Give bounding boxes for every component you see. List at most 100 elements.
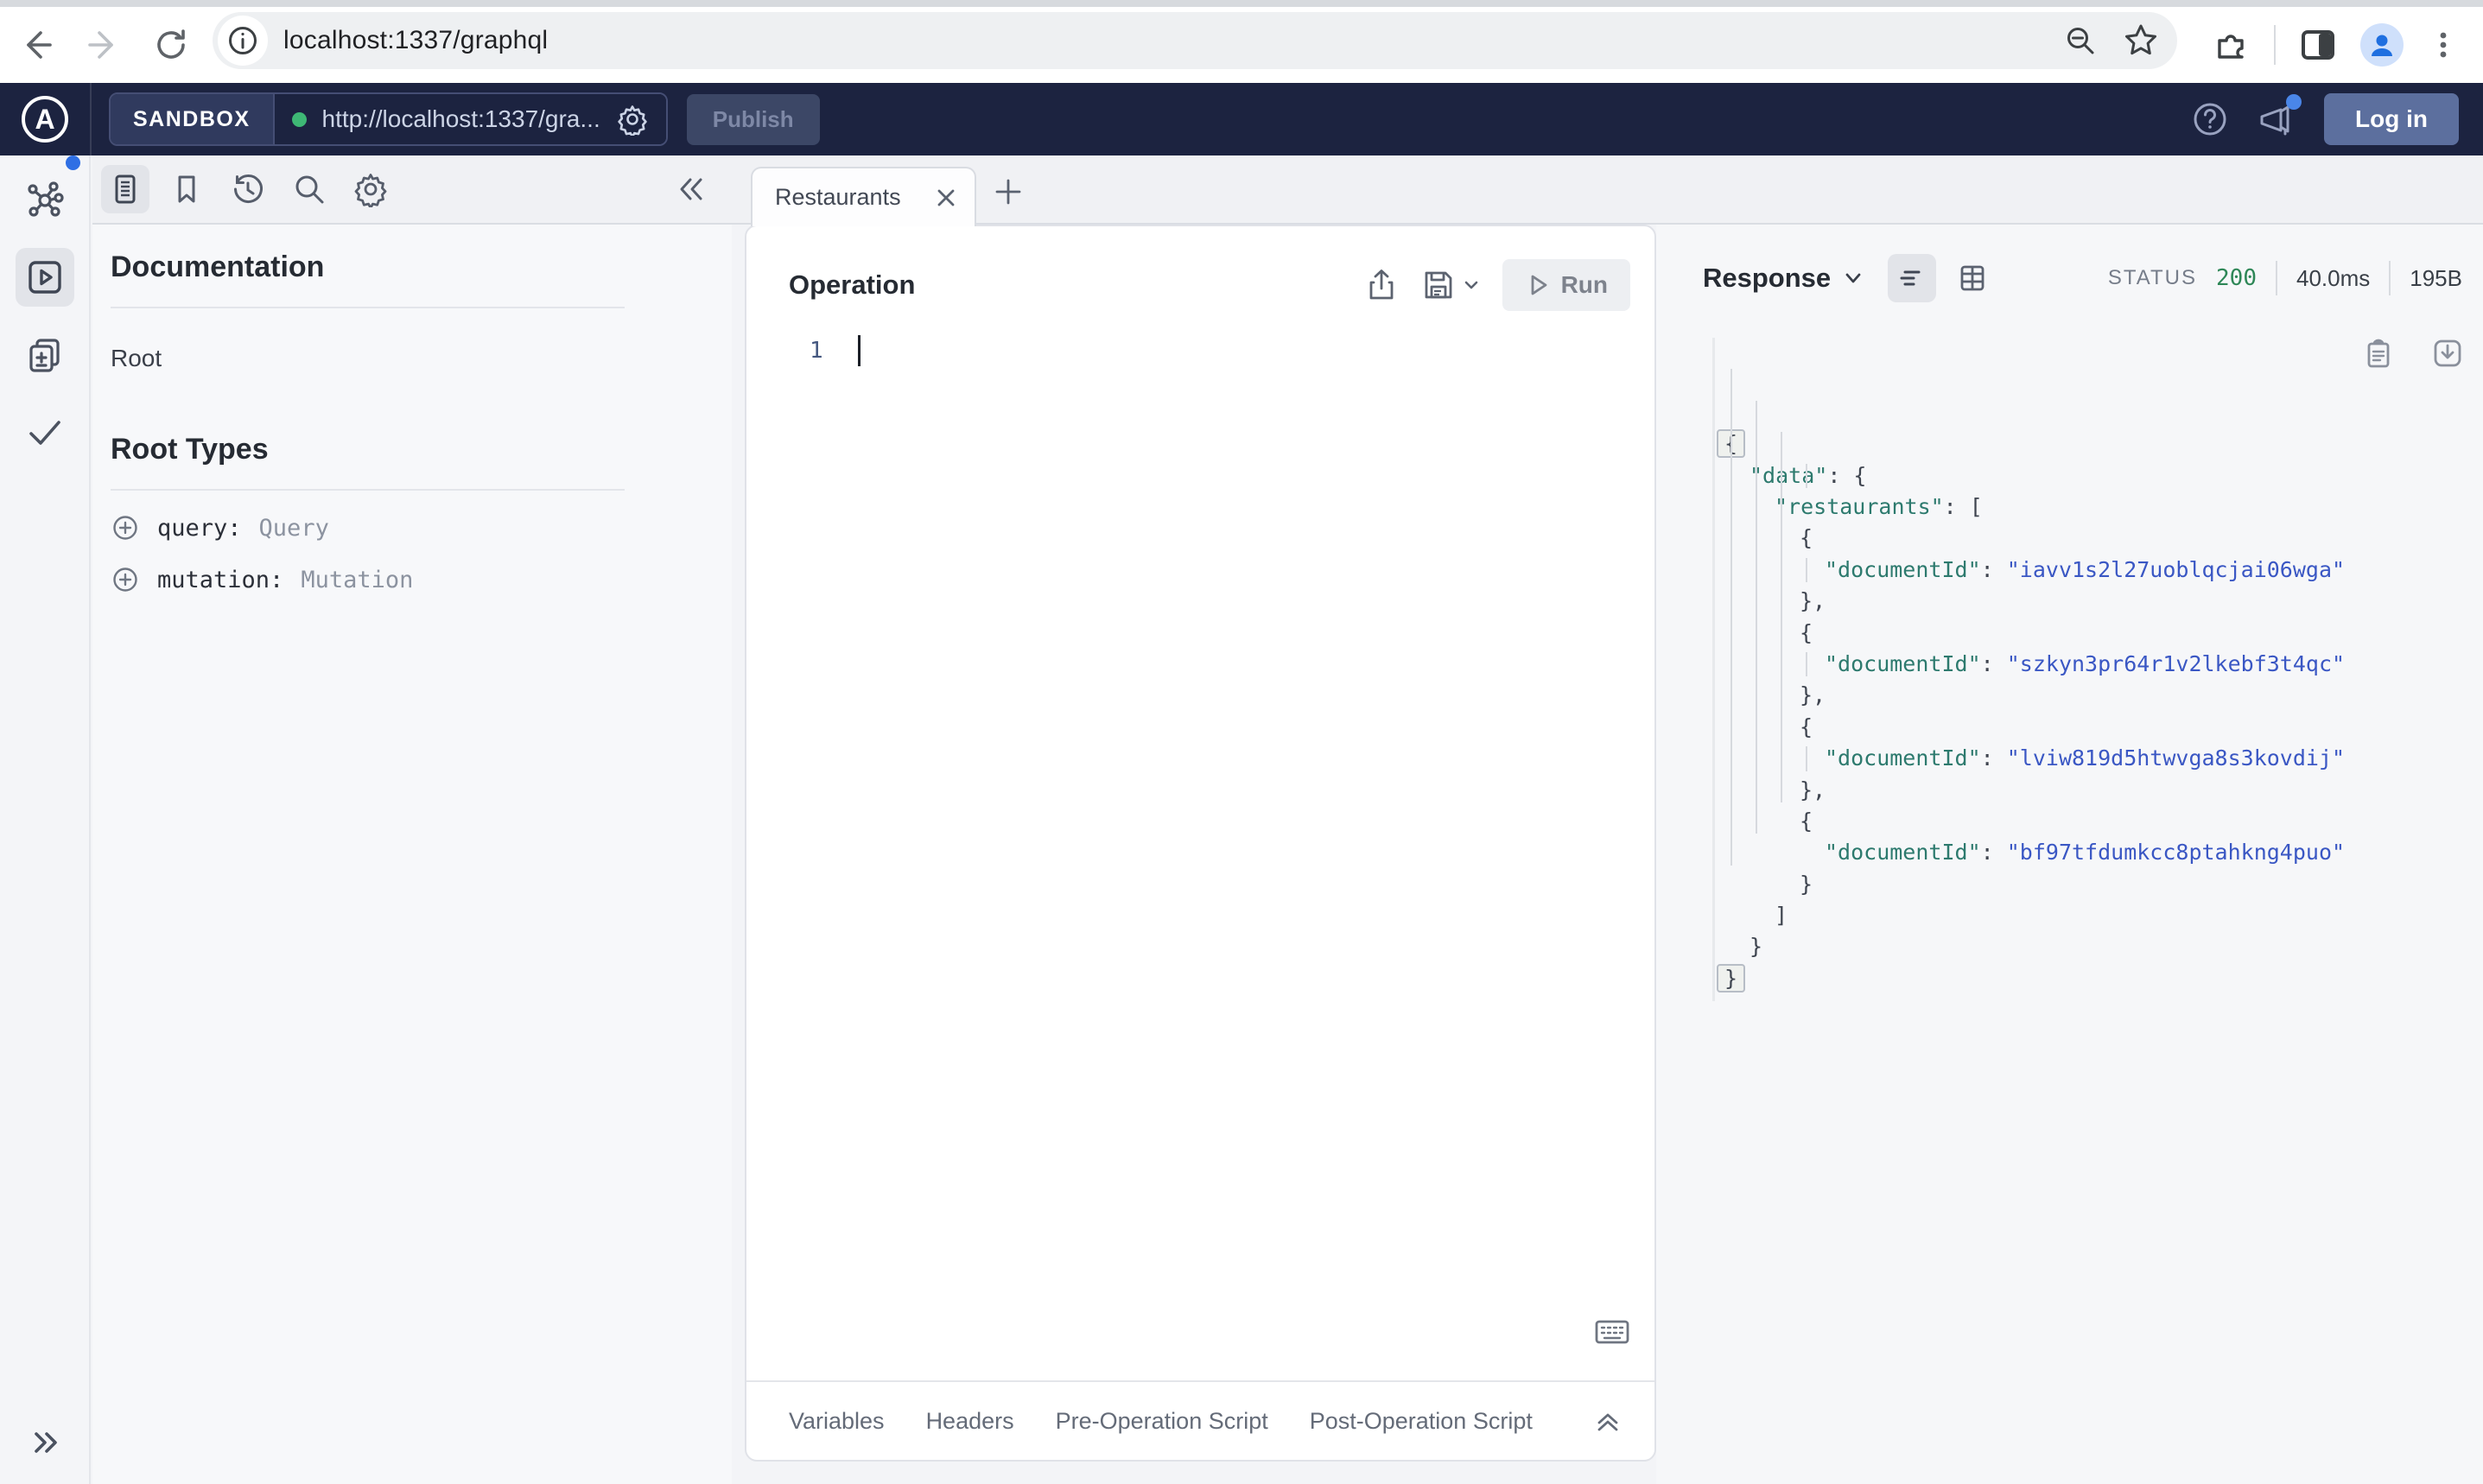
checks-icon[interactable] — [16, 403, 74, 462]
save-operation-icon[interactable] — [1421, 268, 1480, 302]
changelog-icon[interactable] — [16, 326, 74, 384]
forward-button[interactable] — [78, 19, 130, 71]
zoom-out-icon[interactable] — [2056, 16, 2105, 65]
site-info-icon[interactable] — [218, 16, 268, 66]
share-operation-icon[interactable] — [1364, 268, 1399, 302]
field-name[interactable]: query: — [157, 515, 242, 542]
browser-toolbar: localhost:1337/graphql — [0, 0, 2483, 83]
url-text[interactable]: localhost:1337/graphql — [283, 26, 548, 55]
divider — [111, 307, 625, 308]
footer-tab-headers[interactable]: Headers — [926, 1408, 1014, 1435]
text-cursor — [857, 335, 860, 366]
schema-notification-dot — [66, 155, 80, 170]
response-json-line: "documentId": "iavv1s2l27uoblqcjai06wga" — [1825, 556, 2346, 582]
expand-field-icon[interactable] — [111, 513, 140, 542]
root-link[interactable]: Root — [111, 345, 732, 372]
response-json: {"data": {"restaurants": [{"documentId":… — [1712, 334, 2457, 1002]
documentation-tab-icon[interactable] — [101, 165, 149, 213]
address-bar[interactable]: localhost:1337/graphql — [213, 12, 2177, 69]
response-json-line: } — [1800, 871, 1813, 897]
line-number: 1 — [810, 338, 823, 364]
download-response-icon[interactable] — [2431, 337, 2464, 370]
editor-line[interactable]: 1 — [810, 335, 860, 366]
root-type-row: mutation: Mutation — [111, 565, 732, 594]
reload-button[interactable] — [145, 19, 197, 71]
browser-menu-icon[interactable] — [2426, 28, 2461, 62]
code-gutter — [1712, 338, 1715, 1002]
expand-rail-icon[interactable] — [0, 1424, 89, 1462]
app-window: localhost:1337/graphql A SANDBOX http://… — [0, 0, 2483, 1484]
close-tab-icon[interactable] — [933, 185, 959, 211]
endpoint-url-text: http://localhost:1337/gra... — [321, 105, 600, 132]
table-view-icon[interactable] — [1948, 254, 1997, 302]
save-menu-chevron-icon[interactable] — [1463, 276, 1480, 294]
collapse-footer-icon[interactable] — [1592, 1405, 1623, 1436]
notification-dot — [2286, 94, 2302, 110]
field-name[interactable]: mutation: — [157, 567, 283, 593]
new-tab-icon[interactable] — [993, 176, 1024, 207]
response-json-line: }, — [1800, 588, 1826, 614]
response-menu-chevron-icon[interactable] — [1843, 268, 1864, 289]
collapse-docs-icon[interactable] — [675, 173, 708, 206]
response-duration: 40.0ms — [2296, 264, 2371, 291]
response-json-line: { — [1717, 428, 2457, 460]
run-button[interactable]: Run — [1502, 259, 1630, 311]
schema-graph-icon[interactable] — [16, 170, 74, 229]
side-panel-icon[interactable] — [2298, 25, 2338, 65]
expand-field-icon[interactable] — [111, 565, 140, 594]
root-type-list: query: Query mutation: Mutation — [111, 513, 732, 594]
documentation-title: Documentation — [111, 251, 325, 283]
response-json-line: "documentId": "bf97tfdumkcc8ptahkng4puo" — [1825, 840, 2346, 866]
field-type[interactable]: Mutation — [301, 567, 413, 593]
divider — [111, 489, 625, 491]
operation-tab[interactable]: Restaurants — [751, 167, 976, 226]
response-title[interactable]: Response — [1703, 263, 1864, 294]
field-type[interactable]: Query — [259, 515, 329, 542]
bookmark-star-icon[interactable] — [2117, 16, 2165, 65]
response-json-line: "restaurants": [ — [1775, 494, 1983, 519]
help-icon[interactable] — [2191, 100, 2229, 138]
apollo-logo[interactable]: A — [0, 83, 92, 155]
endpoint-control: SANDBOX http://localhost:1337/gra... — [109, 92, 668, 146]
raw-view-icon[interactable] — [1888, 254, 1937, 302]
divider — [2276, 261, 2277, 295]
response-json-line: "documentId": "lviw819d5htwvga8s3kovdij" — [1825, 745, 2346, 771]
sandbox-header: A SANDBOX http://localhost:1337/gra... P… — [0, 83, 2483, 155]
response-size: 195B — [2410, 264, 2462, 291]
response-json-line: } — [1750, 934, 1763, 960]
saved-operations-icon[interactable] — [162, 165, 211, 213]
toolbar-strip: Restaurants — [92, 155, 2483, 226]
extensions-icon[interactable] — [2212, 25, 2251, 65]
login-button[interactable]: Log in — [2324, 93, 2459, 145]
keyboard-shortcuts-icon[interactable] — [1593, 1313, 1631, 1351]
settings-icon[interactable] — [346, 165, 395, 213]
endpoint-input[interactable]: http://localhost:1337/gra... — [274, 94, 666, 144]
history-icon[interactable] — [224, 165, 272, 213]
window-top-edge — [0, 0, 2483, 7]
toolbar-divider — [2274, 25, 2276, 65]
search-icon[interactable] — [285, 165, 333, 213]
apollo-logo-letter: A — [35, 103, 55, 135]
back-button[interactable] — [10, 19, 62, 71]
copy-response-icon[interactable] — [2362, 337, 2395, 370]
response-json-line: ] — [1775, 903, 1788, 929]
operation-title: Operation — [789, 270, 916, 300]
response-json-line: { — [1800, 525, 1813, 551]
response-json-line: }, — [1800, 682, 1826, 708]
footer-tab-variables[interactable]: Variables — [789, 1408, 885, 1435]
response-json-line: }, — [1800, 777, 1826, 802]
browser-profile-avatar[interactable] — [2360, 23, 2404, 67]
workspace: Documentation Root Root Types query: Quer… — [92, 225, 2483, 1484]
publish-button[interactable]: Publish — [686, 93, 820, 145]
response-json-line: { — [1800, 619, 1813, 645]
announcements-icon[interactable] — [2257, 94, 2302, 139]
response-json-line: { — [1800, 808, 1813, 834]
operation-footer: Variables Headers Pre-Operation Script Post… — [746, 1380, 1654, 1460]
indent-guide — [1806, 746, 1807, 771]
footer-tab-post-operation-script[interactable]: Post-Operation Script — [1310, 1408, 1533, 1435]
endpoint-settings-icon[interactable] — [616, 103, 649, 136]
main-area: Restaurants Documentation Root Root Type… — [92, 155, 2483, 1484]
operations-tab-icon[interactable] — [15, 248, 74, 307]
sandbox-badge: SANDBOX — [111, 94, 275, 144]
footer-tab-pre-operation-script[interactable]: Pre-Operation Script — [1056, 1408, 1268, 1435]
